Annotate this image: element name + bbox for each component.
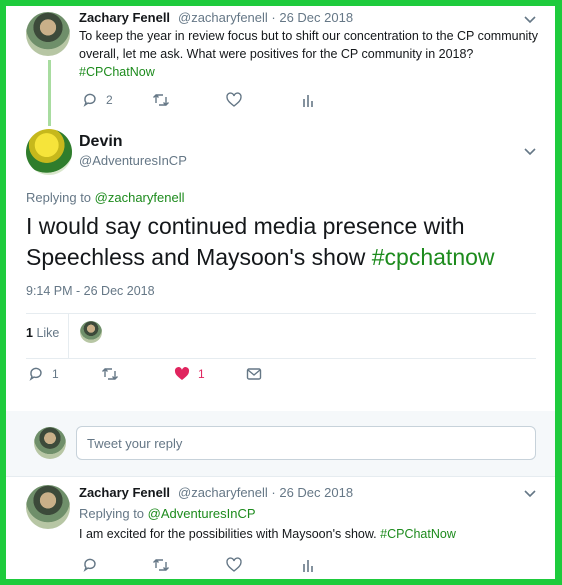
heart-filled-icon — [174, 367, 190, 380]
tweet1-retweet-button[interactable] — [152, 92, 170, 108]
tweet3-replying-to: Replying to @AdventuresInCP — [79, 506, 256, 521]
main-reply-count: 1 — [52, 367, 59, 381]
composer-avatar — [34, 427, 66, 459]
envelope-icon — [246, 368, 262, 380]
tweet3-reply-button[interactable] — [82, 557, 98, 573]
tweet1-like-button[interactable] — [226, 92, 242, 108]
reply-icon — [83, 93, 96, 107]
tweet3-hashtag[interactable]: #CPChatNow — [380, 527, 456, 541]
zachary-avatar[interactable] — [26, 12, 70, 56]
zachary-avatar[interactable] — [26, 485, 70, 529]
likes-label: Like — [36, 326, 60, 340]
main-tweet-text: I would say continued media presence wit… — [26, 211, 546, 273]
main-like-button[interactable]: 1 — [174, 366, 205, 382]
tweet3-like-button[interactable] — [226, 557, 242, 573]
tweet3-text: I am excited for the possibilities with … — [79, 525, 539, 543]
retweet-icon — [153, 559, 169, 571]
main-reply-button[interactable]: 1 — [28, 366, 59, 382]
tweet-timestamp[interactable]: 9:14 PM - 26 Dec 2018 — [26, 284, 155, 298]
tweet-reply-input[interactable]: Tweet your reply — [76, 426, 536, 460]
analytics-icon — [303, 95, 313, 107]
main-retweet-button[interactable] — [101, 366, 119, 382]
tweet1-reply-button[interactable]: 2 — [82, 92, 113, 108]
tweet1-text: To keep the year in review focus but to … — [79, 27, 539, 81]
replying-to-link[interactable]: @zacharyfenell — [95, 190, 185, 205]
analytics-icon — [303, 560, 313, 572]
main-dm-button[interactable] — [246, 366, 262, 382]
heart-icon — [226, 557, 242, 572]
tweet1-analytics-button[interactable] — [301, 92, 315, 108]
devin-avatar[interactable] — [26, 129, 72, 175]
tweet3-analytics-button[interactable] — [301, 557, 315, 573]
tweet3-retweet-button[interactable] — [152, 557, 170, 573]
main-author-handle[interactable]: @AdventuresInCP — [79, 153, 187, 168]
likes-count: 1 — [26, 326, 33, 340]
divider — [26, 313, 536, 314]
reply-icon — [83, 558, 96, 572]
divider — [26, 358, 536, 359]
replying-prefix: Replying to — [79, 506, 145, 521]
tweet1-chevron-down-icon[interactable] — [523, 14, 537, 24]
retweet-icon — [153, 94, 169, 106]
replying-to-link[interactable]: @AdventuresInCP — [148, 506, 256, 521]
tweet1-body: To keep the year in review focus but to … — [79, 29, 539, 61]
tweet3-author-handle[interactable]: @zacharyfenell · 26 Dec 2018 — [178, 485, 353, 500]
main-replying-to: Replying to @zacharyfenell — [26, 190, 184, 205]
tweet1-author-name[interactable]: Zachary Fenell — [79, 10, 170, 25]
tweet1-reply-count: 2 — [106, 93, 113, 107]
main-like-count: 1 — [198, 367, 205, 381]
tweet1-author-handle[interactable]: @zacharyfenell · 26 Dec 2018 — [178, 10, 353, 25]
retweet-icon — [102, 368, 118, 380]
main-author-name[interactable]: Devin — [79, 133, 123, 151]
tweet-thread-panel: Zachary Fenell @zacharyfenell · 26 Dec 2… — [6, 6, 555, 579]
tweet3-body: I am excited for the possibilities with … — [79, 527, 377, 541]
thread-connector-line — [48, 60, 51, 126]
reply-icon — [29, 367, 42, 381]
tweet1-hashtag[interactable]: #CPChatNow — [79, 65, 155, 79]
main-chevron-down-icon[interactable] — [523, 146, 537, 156]
divider — [68, 314, 69, 358]
main-hashtag[interactable]: #cpchatnow — [372, 244, 495, 270]
tweet3-author-name[interactable]: Zachary Fenell — [79, 485, 170, 500]
heart-icon — [226, 92, 242, 107]
replying-prefix: Replying to — [26, 190, 92, 205]
tweet3-chevron-down-icon[interactable] — [523, 488, 537, 498]
likes-summary[interactable]: 1 Like — [26, 326, 59, 340]
liker-avatar[interactable] — [80, 321, 102, 343]
divider — [6, 476, 555, 477]
